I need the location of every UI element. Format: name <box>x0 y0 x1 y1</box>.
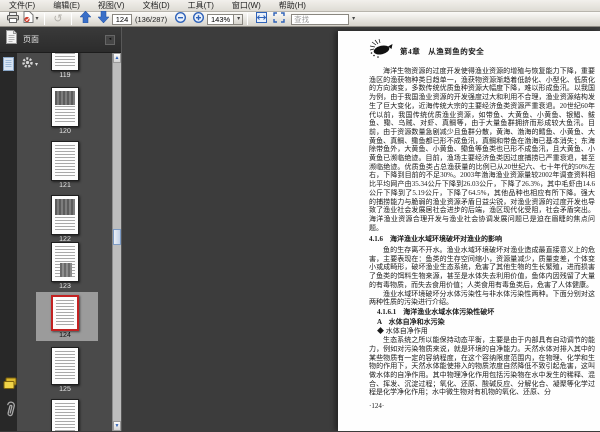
thumbnail-label: 125 <box>59 386 71 393</box>
arrow-up-icon <box>78 10 92 28</box>
subsection-heading: A 水体自净和水污染 <box>377 317 445 326</box>
navigation-sidebar: 页面 ◂ ▾ 119 120 121 122 123 124 125 ▲ ▼ <box>0 27 122 431</box>
fish-illustration-icon <box>369 38 393 64</box>
find-box: ▾ <box>291 13 357 25</box>
comments-tab[interactable] <box>3 377 17 395</box>
thumbnail-label: 119 <box>59 72 71 79</box>
zoom-dropdown-button[interactable]: ▾ <box>234 13 244 25</box>
thumbnail-page-121[interactable]: 121 <box>17 141 113 189</box>
page-count-label: (136/287) <box>135 14 168 24</box>
chevron-down-icon: ▾ <box>352 16 356 22</box>
search-input[interactable] <box>291 13 350 25</box>
comments-icon <box>3 377 17 394</box>
fit-page-button[interactable] <box>271 12 287 26</box>
paragraph: 生态系统之所以能保持动态平衡，主要是由于内部具有自动调节的能力，例如对污染物质来… <box>369 336 595 397</box>
section-heading: 4.1.6 海洋渔业水域环境破坏对渔业的影响 <box>369 235 502 244</box>
pages-tab-icon <box>3 57 14 75</box>
fit-page-icon <box>273 10 285 28</box>
panel-collapse-button[interactable]: ◂ <box>105 34 115 45</box>
menu-view[interactable]: 视图(V) <box>89 0 134 12</box>
export-dropdown-caret[interactable]: ▾ <box>35 16 38 22</box>
toolbar: ▾ ↺ (136/287) 143% ▾ <box>0 10 600 28</box>
scrollbar-down-button[interactable]: ▼ <box>113 421 121 431</box>
page-number-input[interactable] <box>112 13 132 25</box>
zoom-level-value[interactable]: 143% <box>207 13 235 25</box>
scrollbar-thumb[interactable] <box>113 229 121 245</box>
paragraph: 渔业水域环境破坏分水体污染性与非水体污染性两种。下面分别对这两种性质的污染进行介… <box>369 289 595 307</box>
search-dropdown-button[interactable]: ▾ <box>349 14 357 25</box>
rotate-button-disabled: ↺ <box>50 12 66 26</box>
printer-icon <box>7 10 19 28</box>
thumbnail-page-125[interactable]: 125 <box>17 347 113 393</box>
print-button[interactable] <box>5 12 21 26</box>
scroll-up-icon: ▲ <box>114 54 120 61</box>
scroll-down-icon: ▼ <box>114 422 120 429</box>
subsection-heading: 4.1.6.1 海洋渔业水域水体污染性破坏 <box>377 307 495 316</box>
thumbnail-page-123[interactable]: 123 <box>17 242 113 290</box>
thumbnail-page-122[interactable]: 122 <box>17 195 113 243</box>
toolbar-separator <box>247 13 249 25</box>
document-view-area[interactable]: 第4章 从渔到鱼的安全 海洋生物资源的过度开发使得渔业资源的增殖与恢复能力下降，… <box>122 27 600 431</box>
page-body-text: 海洋生物资源的过度开发使得渔业资源的增殖与恢复能力下降，重要渔区的渔获物种类日趋… <box>369 67 595 411</box>
zoom-out-button[interactable] <box>172 10 188 28</box>
export-document-icon <box>23 10 34 28</box>
previous-page-button[interactable] <box>77 10 93 28</box>
zoom-out-icon <box>174 10 186 28</box>
thumbnail-page-124-selected[interactable]: 124 <box>17 295 113 339</box>
thumbnail-scrollbar[interactable]: ▲ ▼ <box>112 53 121 431</box>
attachments-tab[interactable] <box>3 399 16 423</box>
chapter-title: 第4章 从渔到鱼的安全 <box>400 46 485 56</box>
thumbnail-label: 124 <box>59 332 71 339</box>
fit-width-icon <box>255 10 268 28</box>
toolbar-separator <box>71 13 72 25</box>
thumbnail-page-126[interactable] <box>17 399 113 431</box>
document-page: 第4章 从渔到鱼的安全 海洋生物资源的过度开发使得渔业资源的增殖与恢复能力下降，… <box>338 31 600 431</box>
pages-panel-header: 页面 ◂ <box>0 27 121 53</box>
pages-tab[interactable] <box>3 57 14 76</box>
thumbnail-page-120[interactable]: 120 <box>17 87 113 135</box>
fit-width-button[interactable] <box>253 12 269 26</box>
paragraph: 海洋生物资源的过度开发使得渔业资源的增殖与恢复能力下降，重要渔区的渔获物种类日趋… <box>369 67 595 232</box>
thumbnail-label: 121 <box>59 182 71 189</box>
thumbnail-page-119[interactable]: 119 <box>17 53 113 79</box>
thumbnail-label: 120 <box>59 128 71 135</box>
thumbnail-panel: ▾ 119 120 121 122 123 124 125 ▲ ▼ <box>17 53 121 431</box>
export-button[interactable]: ▾ <box>23 10 39 28</box>
arrow-down-icon <box>96 10 110 28</box>
pages-panel-title: 页面 <box>23 35 39 44</box>
toolbar-separator <box>44 13 45 25</box>
panel-collapse-icon: ◂ <box>108 36 112 42</box>
page-footer-number: ·124· <box>369 402 385 411</box>
zoom-in-icon <box>192 10 204 28</box>
rotate-icon: ↺ <box>53 12 63 25</box>
page-icon <box>6 30 17 49</box>
paperclip-icon <box>3 401 16 422</box>
thumbnail-label: 123 <box>59 283 71 290</box>
zoom-in-button[interactable] <box>190 10 206 28</box>
menu-document[interactable]: 文档(D) <box>134 0 179 12</box>
paragraph: 鱼的生存离不开水。渔业水域环境破坏对渔业造成最直接意义上的危害，主要表现在：鱼类… <box>369 246 595 289</box>
chapter-header: 第4章 从渔到鱼的安全 <box>369 38 595 64</box>
next-page-button[interactable] <box>95 10 111 28</box>
chevron-down-icon: ▾ <box>237 16 241 22</box>
scrollbar-up-button[interactable]: ▲ <box>113 53 121 63</box>
navigation-tab-strip <box>0 53 17 431</box>
bullet-item: ◆ 水体自净作用 <box>377 327 428 336</box>
